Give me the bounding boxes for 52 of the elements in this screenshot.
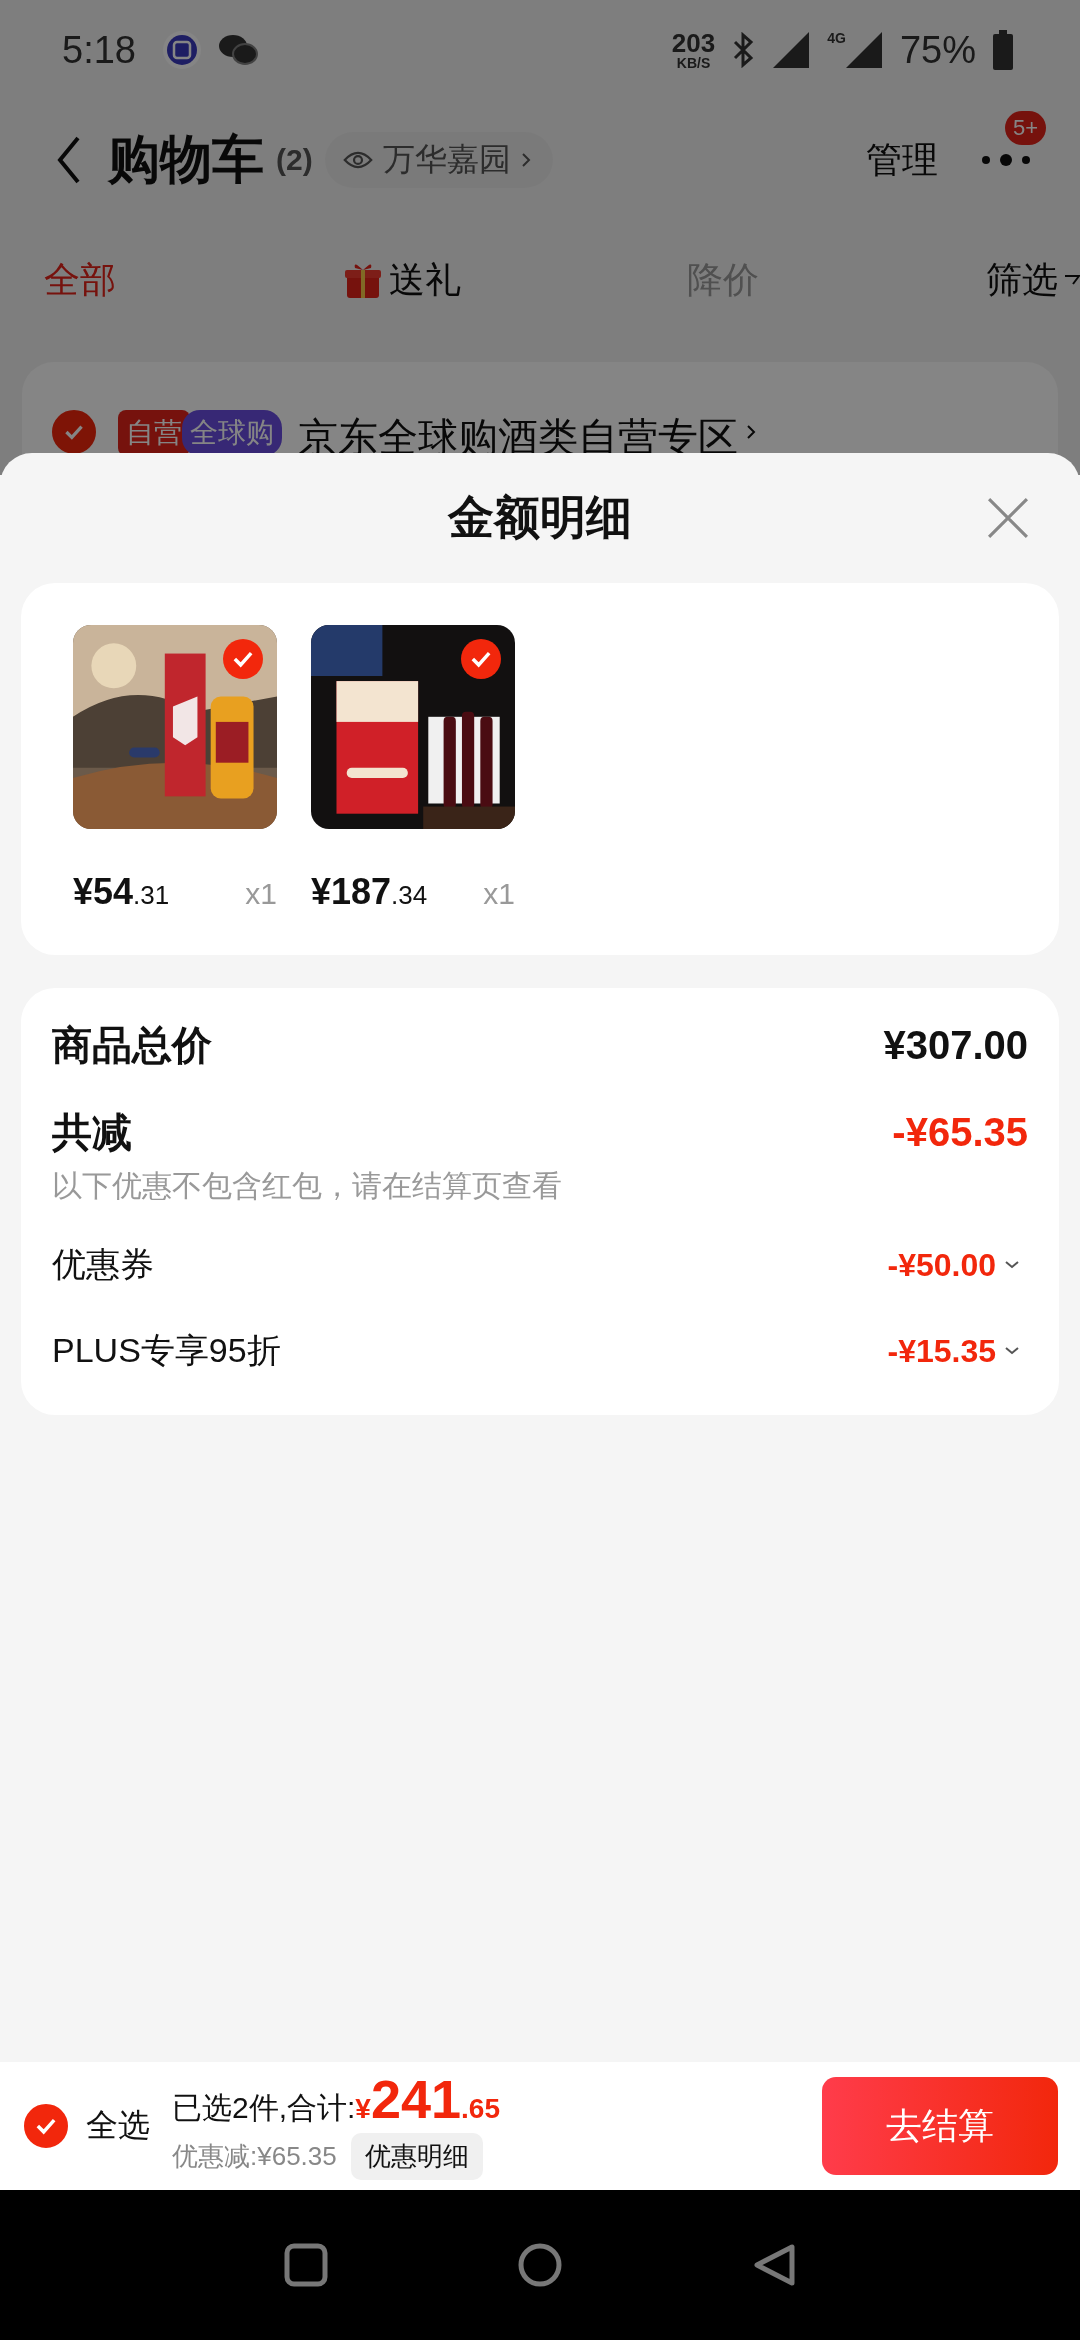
discount-item-label: 优惠券 — [52, 1244, 154, 1285]
eye-icon — [342, 149, 373, 171]
notification-badge: 5+ — [1004, 111, 1046, 145]
item-quantity: x1 — [483, 877, 515, 911]
chevron-right-icon — [746, 424, 756, 440]
page-title: 购物车 — [108, 129, 264, 190]
cart-count: (2) — [276, 143, 313, 177]
location-chip[interactable]: 万华嘉园 — [324, 132, 553, 188]
mobile-network-indicator: 4G — [827, 30, 846, 46]
chevron-icon[interactable] — [1004, 1346, 1020, 1356]
discount-amount: -¥65.35 — [892, 1110, 1028, 1155]
discount-item-amount: -¥15.35 — [887, 1332, 996, 1370]
selected-summary: 已选2件,合计: — [172, 2090, 356, 2126]
discount-detail-button[interactable]: 优惠明细 — [350, 2133, 483, 2180]
discount-item-label: PLUS专享95折 — [52, 1330, 281, 1371]
grand-total: ¥241.65 — [355, 2072, 500, 2126]
total-label: 商品总价 — [52, 1022, 212, 1069]
more-icon[interactable] — [980, 153, 1032, 167]
discount-item-amount: -¥50.00 — [887, 1246, 996, 1284]
discount-summary: 优惠减:¥65.35 — [172, 2140, 337, 2173]
chevron-right-icon — [520, 152, 531, 168]
app-icon — [161, 30, 202, 70]
filter-tab[interactable]: 送礼 — [342, 255, 461, 305]
store-tag: 全球购 — [182, 410, 282, 456]
checkout-button[interactable]: 去结算 — [822, 2077, 1058, 2175]
manage-button[interactable]: 管理 — [866, 135, 938, 185]
back-icon[interactable] — [56, 136, 82, 184]
filter-tab[interactable]: 全部 — [44, 255, 116, 305]
signal-icon — [771, 30, 812, 70]
chevron-icon[interactable] — [1004, 1260, 1020, 1270]
battery-icon — [992, 30, 1014, 70]
home-icon[interactable] — [518, 2243, 562, 2287]
discount-note: 以下优惠不包含红包，请在结算页查看 — [52, 1168, 563, 1204]
item-price: ¥187.34 — [311, 871, 428, 913]
battery-level: 75% — [899, 28, 976, 72]
select-all-checkbox[interactable] — [24, 2104, 68, 2148]
total-amount: ¥307.00 — [883, 1023, 1028, 1068]
clock: 5:18 — [62, 28, 136, 72]
select-all-label[interactable]: 全选 — [86, 2104, 150, 2148]
close-icon[interactable] — [987, 497, 1029, 539]
filter-tab[interactable]: 筛选 — [985, 255, 1080, 305]
wechat-icon — [217, 33, 258, 67]
recent-apps-icon[interactable] — [284, 2243, 328, 2287]
store-checkbox[interactable] — [52, 410, 96, 454]
discount-label: 共减 — [52, 1109, 132, 1156]
network-speed: 203 KB/S — [671, 30, 716, 70]
item-quantity: x1 — [245, 877, 277, 911]
sheet-title: 金额明细 — [448, 490, 632, 545]
funnel-icon — [1063, 275, 1080, 285]
item-price: ¥54.31 — [73, 871, 170, 913]
bluetooth-icon — [731, 32, 756, 68]
back-icon[interactable] — [752, 2243, 796, 2287]
